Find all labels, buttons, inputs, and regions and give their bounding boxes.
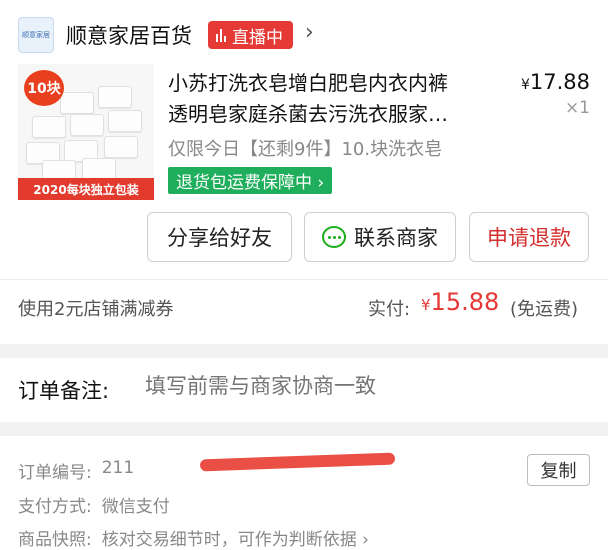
product-spec: 仅限今日【还剩9件】10.块洗衣皂 [168, 139, 443, 160]
chevron-right-icon[interactable]: › [305, 20, 314, 45]
paid-value: 15.88 [430, 288, 500, 316]
request-refund-button[interactable]: 申请退款 [469, 212, 589, 262]
shop-logo-icon[interactable]: 顺意家居 [18, 17, 54, 53]
snapshot-value: 核对交易细节时，可作为判断依据 › [101, 530, 369, 550]
live-badge-label: 直播中 [232, 27, 283, 48]
paid-label: 实付: [368, 299, 411, 320]
coupon-text: 使用2元店铺满减券 [18, 299, 174, 320]
snapshot-row[interactable]: 商品快照: 核对交易细节时，可作为判断依据 › [18, 525, 369, 550]
remark-input[interactable] [145, 375, 585, 399]
return-freight-guarantee-badge[interactable]: 退货包运费保障中 › [168, 167, 333, 194]
thumb-banner: 2020每块独立包装 [18, 178, 154, 200]
product-title-line2: 透明皂家庭杀菌去污洗衣服家… [168, 102, 448, 126]
remark-label: 订单备注: [18, 379, 110, 403]
divider [0, 279, 608, 280]
live-bars-icon [216, 28, 226, 42]
payment-method-label: 支付方式: [18, 497, 92, 517]
redaction-mark [199, 452, 396, 472]
paid-amount: ¥15.88 [421, 288, 499, 316]
product-price: ¥17.88 [521, 70, 590, 94]
free-shipping-note: (免运费) [510, 299, 579, 320]
product-thumbnail[interactable]: 10块 2020每块独立包装 [18, 64, 154, 200]
thumb-count-tag: 10块 [24, 70, 64, 106]
contact-seller-button[interactable]: 联系商家 [304, 212, 456, 262]
paid-currency: ¥ [421, 296, 431, 314]
product-title[interactable]: 小苏打洗衣皂增白肥皂内衣内裤 透明皂家庭杀菌去污洗衣服家… [168, 68, 490, 130]
order-info-card: 订单编号: 211 复制 支付方式: 微信支付 商品快照: 核对交易细节时，可作… [0, 436, 608, 550]
product-title-line1: 小苏打洗衣皂增白肥皂内衣内裤 [168, 71, 448, 95]
shop-logo-text: 顺意家居 [22, 30, 50, 39]
price-value: 17.88 [529, 70, 590, 94]
remark-card: 订单备注: [0, 358, 608, 422]
order-number-label: 订单编号: [18, 463, 92, 483]
wechat-chat-icon [322, 226, 346, 248]
live-badge[interactable]: 直播中 [208, 21, 293, 49]
payment-method-value: 微信支付 [101, 497, 170, 517]
order-card: 顺意家居 顺意家居百货 直播中 › 10块 2020每块独立包装 小苏打洗衣皂增… [0, 0, 608, 344]
payment-method-row: 支付方式: 微信支付 [18, 492, 170, 517]
contact-seller-label: 联系商家 [354, 226, 438, 250]
shop-name[interactable]: 顺意家居百货 [66, 20, 192, 50]
order-number-value: 211 [101, 458, 135, 478]
product-quantity: ×1 [564, 98, 590, 118]
order-number-row: 订单编号: 211 [18, 458, 134, 483]
snapshot-label: 商品快照: [18, 530, 92, 550]
price-currency: ¥ [520, 77, 530, 93]
copy-button[interactable]: 复制 [527, 454, 590, 486]
share-button[interactable]: 分享给好友 [147, 212, 292, 262]
